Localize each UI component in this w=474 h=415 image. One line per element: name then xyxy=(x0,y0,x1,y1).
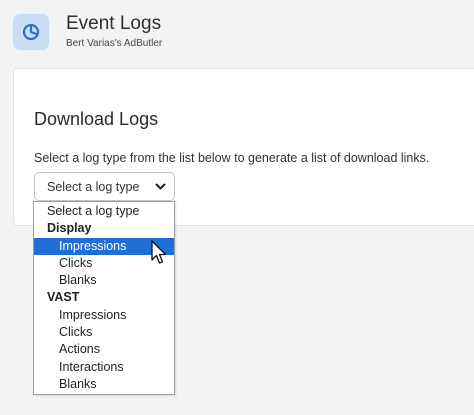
pie-chart-icon xyxy=(22,23,40,41)
optgroup-display: Display xyxy=(47,221,92,236)
option-display-blanks[interactable]: Blanks xyxy=(34,272,174,289)
option-vast-actions[interactable]: Actions xyxy=(34,341,174,358)
card-title: Download Logs xyxy=(34,109,159,129)
option-vast-clicks[interactable]: Clicks xyxy=(34,324,174,341)
option-display-clicks[interactable]: Clicks xyxy=(34,255,174,272)
chevron-down-icon xyxy=(155,183,166,190)
optgroup-vast: VAST xyxy=(47,290,80,305)
option-select-log-type[interactable]: Select a log type xyxy=(34,203,174,220)
option-vast-blanks[interactable]: Blanks xyxy=(34,376,174,393)
option-display-impressions[interactable]: Impressions xyxy=(34,237,174,255)
log-type-select-value: Select a log type xyxy=(47,179,140,194)
card-description: Select a log type from the list below to… xyxy=(34,151,430,165)
log-type-dropdown-list: Select a log type Display Impressions Cl… xyxy=(33,201,175,395)
option-vast-impressions[interactable]: Impressions xyxy=(34,307,174,324)
page-title: Event Logs xyxy=(66,13,162,34)
log-type-select[interactable]: Select a log type xyxy=(34,172,175,201)
option-vast-interactions[interactable]: Interactions xyxy=(34,359,174,376)
app-icon xyxy=(13,14,49,50)
account-name: Bert Varias's AdButler xyxy=(66,38,163,49)
